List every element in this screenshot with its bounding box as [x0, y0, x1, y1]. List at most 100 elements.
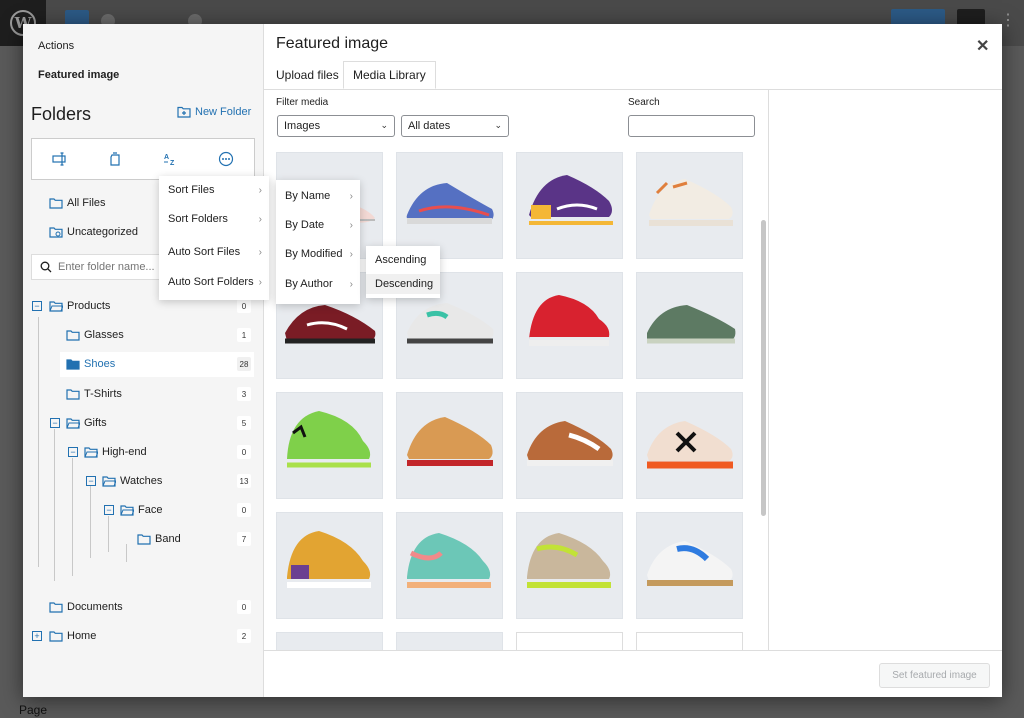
chevron-right-icon: › [349, 219, 353, 231]
media-scrollbar[interactable] [759, 146, 767, 646]
menu-item-auto-sort-folders[interactable]: Auto Sort Folders › [159, 272, 269, 292]
chevron-right-icon: › [258, 276, 262, 288]
media-thumbnail[interactable] [516, 392, 623, 499]
media-thumbnail[interactable] [516, 272, 623, 379]
folder-item-products[interactable]: Products [49, 295, 110, 317]
folder-label: Documents [67, 601, 123, 613]
menu-item-descending[interactable]: Descending [366, 274, 440, 294]
scrollbar-thumb[interactable] [761, 220, 766, 516]
media-pane: Featured image ✕ Upload files Media Libr… [264, 24, 1002, 697]
folder-label: Face [138, 504, 163, 516]
collapse-products-icon[interactable]: − [32, 301, 42, 311]
folder-open-icon [102, 475, 116, 487]
media-thumbnail[interactable] [276, 392, 383, 499]
menu-item-label: By Author [285, 278, 333, 290]
media-thumbnail[interactable] [636, 632, 743, 650]
collapse-gifts-icon[interactable]: − [50, 418, 60, 428]
folder-label: Home [67, 630, 97, 642]
menu-item-by-name[interactable]: By Name › [276, 186, 360, 206]
folder-item-watches[interactable]: Watches [102, 470, 162, 492]
chevron-right-icon: › [258, 184, 262, 196]
media-thumbnail[interactable] [636, 152, 743, 259]
tab-upload-files[interactable]: Upload files [267, 61, 348, 89]
all-files-item[interactable]: All Files [49, 192, 106, 214]
date-select[interactable]: All dates ⌄ [401, 115, 509, 137]
set-featured-image-button[interactable]: Set featured image [879, 663, 990, 688]
folder-item-home[interactable]: Home [49, 625, 96, 647]
tree-line [72, 458, 73, 576]
new-folder-button[interactable]: New Folder [177, 106, 251, 118]
chevron-right-icon: › [349, 190, 353, 202]
chevron-down-icon: ⌄ [380, 120, 388, 130]
chevron-right-icon: › [258, 246, 262, 258]
folder-icon [49, 630, 63, 642]
tree-line [54, 429, 55, 581]
tabs-bar [264, 89, 1002, 90]
sort-menu: Sort Files › Sort Folders › Auto Sort File… [159, 176, 269, 300]
collapse-watches-icon[interactable]: − [86, 476, 96, 486]
uncategorized-item[interactable]: Uncategorized [49, 221, 138, 243]
menu-item-ascending[interactable]: Ascending [366, 250, 440, 270]
media-thumbnail[interactable] [636, 512, 743, 619]
menu-item-by-modified[interactable]: By Modified › [276, 244, 360, 264]
media-thumbnail[interactable] [516, 152, 623, 259]
more-options-icon[interactable]: ⋮ [1000, 10, 1016, 30]
folder-label: Products [67, 300, 111, 312]
tree-line [108, 516, 109, 552]
folder-item-t-shirts[interactable]: T-Shirts [66, 383, 122, 405]
menu-item-sort-folders[interactable]: Sort Folders › [159, 209, 269, 229]
chevron-right-icon: › [349, 248, 353, 260]
media-thumbnail[interactable] [516, 512, 623, 619]
folder-item-gifts[interactable]: Gifts [66, 412, 107, 434]
featured-image-menu-item[interactable]: Featured image [38, 69, 119, 81]
folder-item-documents[interactable]: Documents [49, 596, 123, 618]
tab-media-library[interactable]: Media Library [343, 61, 436, 89]
media-type-select[interactable]: Images ⌄ [277, 115, 395, 137]
menu-item-label: Auto Sort Folders [168, 276, 254, 288]
date-value: All dates [408, 120, 451, 132]
media-thumbnail[interactable] [396, 632, 503, 650]
media-thumbnail[interactable] [396, 392, 503, 499]
folder-count: 1 [237, 328, 251, 342]
media-thumbnail[interactable] [396, 512, 503, 619]
collapse-high-end-icon[interactable]: − [68, 447, 78, 457]
menu-item-sort-files[interactable]: Sort Files › [159, 180, 269, 200]
menu-item-by-author[interactable]: By Author › [276, 274, 360, 294]
more-actions-icon[interactable] [210, 143, 242, 175]
folder-label: T-Shirts [84, 388, 122, 400]
folder-item-band[interactable]: Band [137, 528, 181, 550]
media-thumbnail[interactable] [636, 272, 743, 379]
media-thumbnail[interactable] [396, 152, 503, 259]
actions-heading: Actions [38, 40, 75, 52]
filter-media-label: Filter media [276, 97, 329, 108]
folder-label: High-end [102, 446, 147, 458]
menu-item-by-date[interactable]: By Date › [276, 215, 360, 235]
menu-item-label: Ascending [375, 254, 427, 266]
media-thumbnail[interactable] [276, 632, 383, 650]
media-search-input[interactable] [628, 115, 755, 137]
search-icon [40, 261, 52, 273]
folder-item-high-end[interactable]: High-end [84, 441, 147, 463]
rename-folder-icon[interactable] [44, 143, 76, 175]
folder-open-icon [120, 504, 134, 516]
folder-item-shoes[interactable]: Shoes [66, 353, 115, 375]
delete-folder-icon[interactable] [99, 143, 131, 175]
folder-count: 7 [237, 532, 251, 546]
chevron-right-icon: › [258, 213, 262, 225]
media-thumbnail[interactable] [516, 632, 623, 650]
sort-az-icon[interactable]: AZ [155, 143, 187, 175]
featured-image-modal: Actions Featured image Folders New Folde… [23, 24, 1002, 697]
expand-home-icon[interactable]: + [32, 631, 42, 641]
close-icon[interactable]: ✕ [976, 36, 989, 56]
menu-item-auto-sort-files[interactable]: Auto Sort Files › [159, 242, 269, 262]
media-thumbnail[interactable] [276, 512, 383, 619]
menu-item-label: By Name [285, 190, 331, 202]
folder-open-icon [66, 417, 80, 429]
folder-open-icon [49, 300, 63, 312]
folder-count: 13 [237, 474, 251, 488]
folder-item-glasses[interactable]: Glasses [66, 324, 124, 346]
folder-item-face[interactable]: Face [120, 499, 162, 521]
folder-count: 2 [237, 629, 251, 643]
collapse-face-icon[interactable]: − [104, 505, 114, 515]
media-thumbnail[interactable] [636, 392, 743, 499]
